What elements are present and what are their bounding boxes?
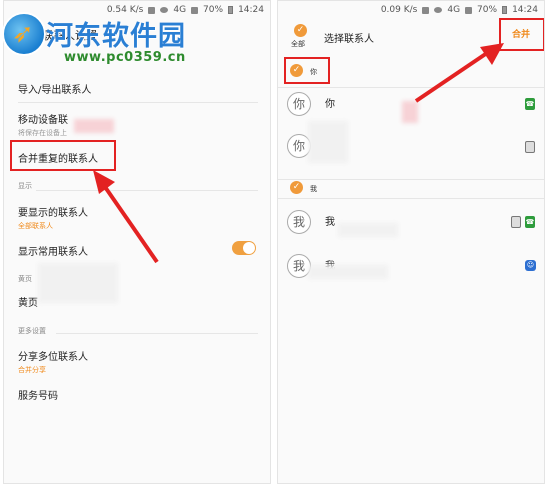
- move-contacts-label: 移动设备联: [18, 115, 68, 126]
- select-all-label: 全部: [291, 40, 305, 48]
- share-multiple-value: 合并分享: [18, 366, 46, 374]
- highlight-box-group: [284, 57, 330, 84]
- clock: 14:24: [512, 5, 538, 15]
- blurred-region: [338, 223, 398, 237]
- contact-icon: ☺: [525, 260, 536, 271]
- contact-name: 我: [325, 217, 335, 228]
- select-all-checkbox[interactable]: ✓: [294, 24, 307, 37]
- share-multiple-contacts-item[interactable]: 分享多位联系人 合并分享: [18, 348, 260, 375]
- phone-icon: ☎: [525, 98, 535, 110]
- wifi-icon: [434, 7, 443, 13]
- import-export-label: 导入/导出联系人: [18, 85, 92, 96]
- blurred-region: [74, 119, 114, 133]
- signal-icon: [465, 6, 473, 14]
- highlight-box-merge-button: [499, 18, 544, 51]
- section-yellow-pages-header: 黄页: [18, 275, 32, 283]
- section-display-header: 显示: [18, 182, 32, 190]
- highlight-box-merge-item: [10, 140, 116, 171]
- share-multiple-label: 分享多位联系人: [18, 352, 88, 363]
- divider: [56, 333, 258, 334]
- battery-icon: [502, 6, 508, 14]
- sim-icon: [511, 216, 521, 228]
- contacts-to-display-item[interactable]: 要显示的联系人 全部联系人: [18, 204, 260, 231]
- divider: [278, 87, 544, 88]
- site-logo: ➶: [2, 12, 46, 56]
- phone-icon: ☎: [525, 216, 535, 228]
- blurred-region: [402, 101, 418, 123]
- group-checkbox[interactable]: ✓: [290, 181, 303, 194]
- contact-avatar: 我: [287, 210, 311, 234]
- service-numbers-label: 服务号码: [18, 391, 58, 402]
- contact-avatar: 你: [287, 92, 311, 116]
- divider: [36, 190, 258, 191]
- status-bar: 0.09 K/s 4G 70% 14:24: [278, 1, 544, 19]
- divider: [18, 102, 258, 103]
- show-frequent-label: 显示常用联系人: [18, 247, 88, 258]
- blurred-region: [38, 263, 118, 303]
- battery-icon: [228, 6, 234, 14]
- swoosh-icon: ➶: [12, 19, 34, 49]
- contacts-settings-screen: 0.54 K/s 4G 70% 14:24 联系人设置 导入/导出联系人 移动设…: [3, 0, 271, 484]
- site-watermark: ➶ 河东软件园 www.pc0359.cn: [2, 10, 212, 70]
- divider: [278, 198, 544, 199]
- section-more-settings-header: 更多设置: [18, 327, 46, 335]
- group-label: 我: [310, 185, 317, 193]
- show-frequent-toggle[interactable]: [232, 241, 256, 255]
- select-contacts-screen: 0.09 K/s 4G 70% 14:24 ✓ 全部 选择联系人 合并 ✓ 你 …: [277, 0, 545, 484]
- blurred-region: [308, 121, 348, 163]
- blurred-region: [308, 265, 388, 279]
- divider: [278, 179, 544, 180]
- service-numbers-item[interactable]: 服务号码: [18, 387, 260, 402]
- page-title: 选择联系人: [324, 34, 374, 45]
- watermark-url: www.pc0359.cn: [64, 50, 186, 65]
- network-type: 4G: [447, 5, 461, 15]
- contacts-to-display-label: 要显示的联系人: [18, 208, 88, 219]
- battery-percent: 70%: [477, 5, 498, 15]
- contacts-to-display-value: 全部联系人: [18, 222, 53, 230]
- show-frequent-contacts-item[interactable]: 显示常用联系人: [18, 243, 260, 258]
- move-device-contacts-item[interactable]: 移动设备联 将保存在设备上: [18, 111, 260, 138]
- red-arrow-pointer: [414, 43, 504, 103]
- network-speed: 0.09 K/s: [380, 5, 418, 15]
- contact-name: 你: [325, 99, 335, 110]
- move-contacts-subtitle: 将保存在设备上: [18, 129, 67, 137]
- sim-status-icon: [422, 6, 430, 14]
- toggle-knob: [243, 242, 255, 254]
- sim-icon: [525, 141, 535, 153]
- import-export-contacts-item[interactable]: 导入/导出联系人: [18, 81, 260, 96]
- clock: 14:24: [238, 5, 264, 15]
- watermark-title: 河东软件园: [46, 21, 186, 52]
